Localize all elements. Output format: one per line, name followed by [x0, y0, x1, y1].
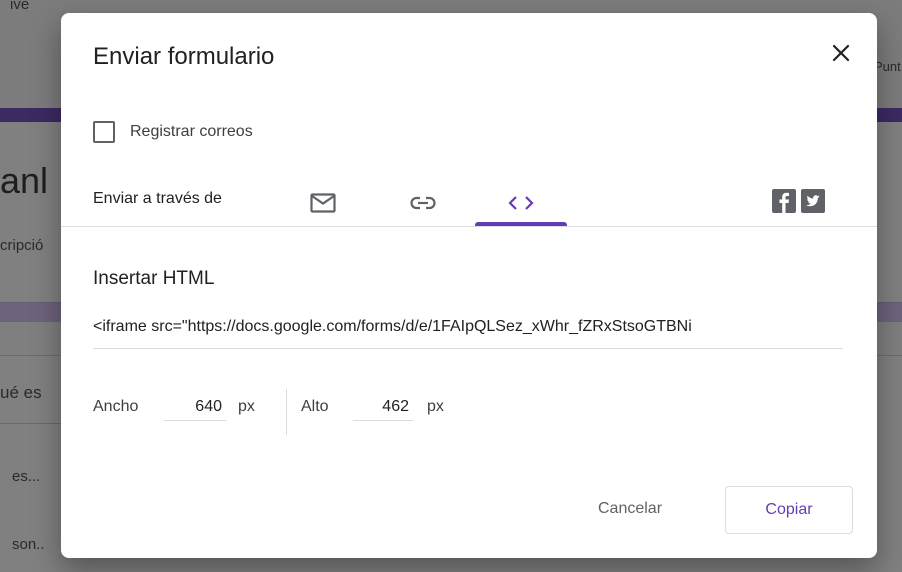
background-form-description: cripció [0, 237, 44, 254]
width-input[interactable]: 640 [164, 398, 226, 421]
tab-embed-html[interactable] [495, 181, 547, 225]
collect-emails-row[interactable]: Registrar correos [93, 121, 253, 143]
background-question-text: ué es [0, 383, 42, 402]
embed-html-field[interactable]: <iframe src="https://docs.google.com/for… [93, 318, 843, 349]
height-unit: px [427, 398, 444, 415]
copy-button[interactable]: Copiar [725, 486, 853, 534]
close-button[interactable] [827, 39, 855, 67]
collect-emails-checkbox[interactable] [93, 121, 115, 143]
background-right-text: Punt [874, 59, 901, 74]
background-divider [0, 423, 62, 424]
facebook-share-button[interactable] [772, 189, 796, 213]
dimension-separator [286, 389, 287, 435]
background-form-title: anl [0, 160, 49, 201]
background-option-1: es... [12, 468, 41, 485]
send-form-dialog: Enviar formulario Registrar correos Envi… [61, 13, 877, 558]
width-label: Ancho [93, 398, 139, 415]
height-input[interactable]: 462 [353, 398, 413, 421]
code-icon [508, 196, 534, 210]
background-header-text: ive [10, 0, 30, 13]
width-unit: px [238, 398, 255, 415]
twitter-icon [806, 195, 820, 207]
height-label: Alto [301, 398, 329, 415]
tab-link[interactable] [397, 181, 449, 225]
collect-emails-label: Registrar correos [130, 123, 253, 140]
facebook-icon [779, 192, 789, 213]
dialog-title: Enviar formulario [93, 43, 275, 70]
twitter-share-button[interactable] [801, 189, 825, 213]
cancel-button[interactable]: Cancelar [598, 500, 662, 518]
background-option-2: son.. [12, 536, 45, 553]
close-icon [832, 44, 850, 62]
tab-email[interactable] [297, 181, 349, 225]
embed-section-title: Insertar HTML [93, 268, 215, 289]
tabs-divider [61, 226, 877, 227]
link-icon [410, 196, 436, 210]
mail-icon [310, 193, 336, 213]
send-via-label: Enviar a través de [93, 190, 222, 207]
